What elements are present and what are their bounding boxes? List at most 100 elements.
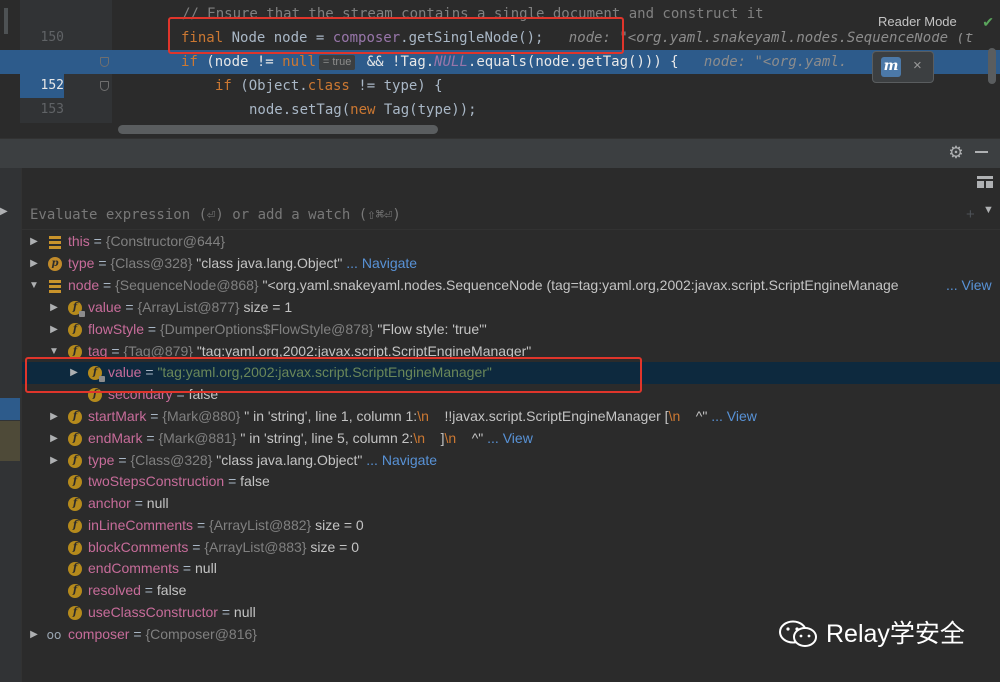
field-icon: f [68,301,85,317]
code-line-151[interactable]: 151 final Node node = composer.getSingle… [0,26,1000,69]
code-text: .equals(node.getTag())) { [467,54,679,70]
expand-arrow-icon[interactable]: ▶ [68,362,80,384]
tree-row-value[interactable]: ▶ f value = {ArrayList@877} size = 1 [22,297,1000,319]
code-text: node.setTag( [249,102,351,118]
reader-mode-label: Reader Mode [878,14,957,29]
keyword-class: class [307,78,350,94]
field-icon: f [68,410,82,424]
field-icon: f [68,519,82,533]
tree-row-endcomments[interactable]: f endComments = null [22,558,1000,580]
expand-arrow-icon[interactable]: ▶ [48,319,60,341]
code-text: .getSingleNode(); [400,30,544,46]
collapse-arrow-icon[interactable]: ▼ [48,341,60,363]
inline-debug-hint: node: "<org.yaml. [703,54,848,70]
keyword-if: if [215,78,232,94]
maven-icon[interactable]: m [881,57,901,77]
code-field: NULL [434,54,468,70]
expand-arrow-icon[interactable]: ▶ [48,428,60,450]
code-text: (Object. [231,78,308,94]
expand-arrow-icon[interactable]: ▶ [28,231,40,253]
editor-vertical-scrollbar[interactable] [988,48,996,84]
maven-reload-popup[interactable]: m × [872,51,934,83]
tree-row-node[interactable]: ▼ node = {SequenceNode@868} "<org.yaml.s… [22,275,1000,297]
code-editor[interactable]: 150 // Ensure that the stream contains a… [0,0,1000,123]
tree-row-tag-value[interactable]: ▶ f value = "tag:yaml.org,2002:javax.scr… [22,362,1000,384]
layout-icon[interactable] [977,176,993,188]
code-line-154[interactable]: 154 node.setTag(new Tag(type)); [0,98,1000,122]
watermark-text: Relay学安全 [826,620,965,648]
evaluate-input[interactable]: Evaluate expression (⏎) or add a watch (… [30,200,401,230]
tree-row-endmark[interactable]: ▶ f endMark = {Mark@881} " in 'string', … [22,428,1000,450]
wechat-icon [779,620,817,647]
tree-row-this[interactable]: ▶ this = {Constructor@644} [22,231,1000,253]
code-text: Node node = [223,30,333,46]
expand-arrow-icon[interactable]: ▶ [48,297,60,319]
code-text: != type) { [349,78,443,94]
tree-row-blockcomments[interactable]: f blockComments = {ArrayList@883} size =… [22,537,1000,559]
code-text: && !Tag. [358,54,435,70]
tree-row-node-type[interactable]: ▶ f type = {Class@328} "class java.lang.… [22,450,1000,472]
field-icon: f [68,345,82,359]
fold-marker-icon[interactable] [100,57,109,67]
collapse-arrow-icon[interactable]: ▼ [28,275,40,297]
field-icon: f [68,432,82,446]
tree-row-resolved[interactable]: f resolved = false [22,580,1000,602]
evaluate-expression-bar[interactable]: Evaluate expression (⏎) or add a watch (… [22,200,1000,230]
collapse-arrow-icon[interactable]: ▶ [0,206,8,217]
code-comment: // Ensure that the stream contains a sin… [182,6,764,22]
view-link[interactable]: ... View [707,408,757,424]
line-number: 154 [20,122,64,123]
field-icon: f [88,366,105,382]
code-text: (node != [197,54,283,70]
navigate-link[interactable]: ... Navigate [342,255,417,271]
parameter-icon: p [48,257,62,271]
inline-value-chip: = true [318,54,356,70]
glasses-icon: oo [46,628,62,642]
expand-arrow-icon[interactable]: ▶ [28,624,40,646]
keyword-new: new [350,102,376,118]
code-line-150[interactable]: 150 // Ensure that the stream contains a… [0,2,1000,45]
keyword-if: if [181,54,198,70]
view-link[interactable]: ... View [483,430,533,446]
close-icon[interactable]: × [913,57,922,74]
field-icon: f [68,562,82,576]
editor-horizontal-scrollbar[interactable] [118,125,438,134]
field-icon: f [68,497,82,511]
navigate-link[interactable]: ... Navigate [362,452,437,468]
tree-row-flowstyle[interactable]: ▶ f flowStyle = {DumperOptions$FlowStyle… [22,319,1000,341]
expand-arrow-icon[interactable]: ▶ [28,253,40,275]
minimize-icon[interactable] [975,151,988,153]
tree-row-startmark[interactable]: ▶ f startMark = {Mark@880} " in 'string'… [22,406,1000,428]
field-icon: f [68,475,82,489]
selected-frame-marker[interactable] [0,398,20,420]
debug-toolbar [0,138,1000,168]
field-icon: f [68,606,82,620]
gear-icon[interactable]: ⚙ [946,143,966,163]
view-link[interactable]: ... View [946,275,992,297]
expand-arrow-icon[interactable]: ▶ [48,406,60,428]
reader-mode-button[interactable]: Reader Mode ✔ [862,11,1000,33]
code-line-153[interactable]: 153 if (Object.class != type) { [0,74,1000,117]
tree-row-inlinecomments[interactable]: f inLineComments = {ArrayList@882} size … [22,515,1000,537]
frame-marker[interactable] [0,421,20,461]
tree-row-type[interactable]: ▶ p type = {Class@328} "class java.lang.… [22,253,1000,275]
field-icon: f [88,388,102,402]
tree-row-anchor[interactable]: f anchor = null [22,493,1000,515]
code-line-152[interactable]: 152 if (node != null = true && !Tag.NULL.… [0,50,1000,98]
expand-arrow-icon[interactable]: ▶ [48,450,60,472]
tree-row-tag[interactable]: ▼ f tag = {Tag@879} "tag:yaml.org,2002:j… [22,341,1000,363]
code-field: composer [332,30,401,46]
ide-window: 150 // Ensure that the stream contains a… [0,0,1000,682]
field-icon: f [68,584,82,598]
tree-row-twostepsconstruction[interactable]: f twoStepsConstruction = false [22,471,1000,493]
dropdown-chevron-icon[interactable]: ▼ [983,204,994,216]
tree-row-secondary[interactable]: f secondary = false [22,384,1000,406]
field-icon: f [68,323,82,337]
fold-marker-icon[interactable] [100,81,109,91]
keyword-final: final [181,30,224,46]
object-icon [48,235,62,249]
field-icon: f [68,541,82,555]
keyword-null: null [282,54,316,70]
add-watch-icon[interactable]: + [966,206,975,223]
field-icon: f [68,454,82,468]
